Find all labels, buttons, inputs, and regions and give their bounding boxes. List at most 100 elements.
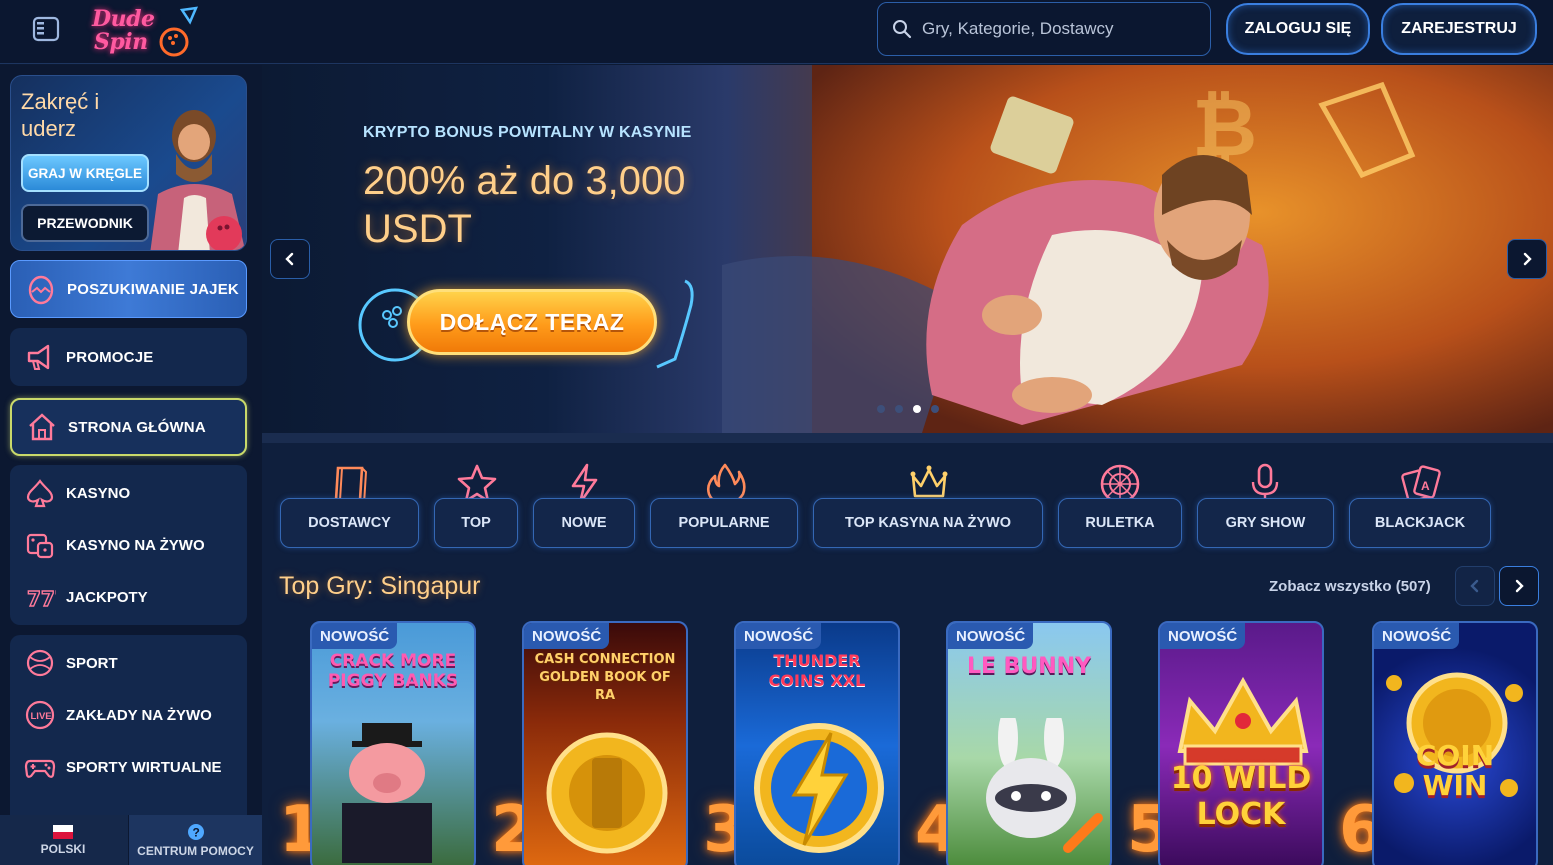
search-input[interactable] bbox=[922, 19, 1192, 39]
game-title: LE BUNNY bbox=[966, 654, 1092, 679]
game-card[interactable]: NOWOŚĆ THUNDER COINS XXL bbox=[734, 621, 900, 865]
language-selector[interactable]: POLSKI bbox=[0, 815, 126, 865]
sidebar-toggle-icon[interactable] bbox=[30, 14, 62, 44]
sidebar-item-label: STRONA GŁÓWNA bbox=[68, 418, 206, 436]
sidebar-item-label: PROMOCJE bbox=[66, 348, 154, 366]
live-dice-icon bbox=[26, 533, 54, 559]
sidebar-item-label: SPORT bbox=[66, 654, 118, 672]
sidebar: Zakręć i uderz GRAJ W KRĘGLE PRZEWODNIK … bbox=[0, 65, 262, 865]
game-card[interactable]: NOWOŚĆ 10 WILD LOCK bbox=[1158, 621, 1324, 865]
game-title: CASH CONNECTION GOLDEN BOOK OF RA bbox=[534, 652, 676, 703]
question-icon: ? bbox=[187, 823, 204, 840]
hero-title: 200% aż do 3,000 USDT bbox=[363, 159, 686, 251]
new-badge: NOWOŚĆ bbox=[1374, 623, 1460, 649]
chevron-right-icon bbox=[1523, 252, 1532, 266]
egg-icon bbox=[28, 275, 54, 305]
new-badge: NOWOŚĆ bbox=[312, 623, 398, 649]
spade-icon bbox=[26, 479, 54, 508]
play-bowling-button[interactable]: GRAJ W KRĘGLE bbox=[21, 154, 149, 192]
logo-word-2: Spin bbox=[94, 29, 148, 55]
live-icon: LIVE bbox=[25, 700, 55, 730]
sidebar-item-casino[interactable]: KASYNO bbox=[24, 473, 130, 513]
hero-prev-button[interactable] bbox=[270, 239, 310, 279]
see-all-link[interactable]: Zobacz wszystko (507) bbox=[1269, 578, 1431, 595]
promo-title: Zakręć i uderz bbox=[21, 89, 100, 141]
new-badge: NOWOŚĆ bbox=[524, 623, 610, 649]
sidebar-item-label: KASYNO NA ŻYWO bbox=[66, 536, 205, 554]
guide-button[interactable]: PRZEWODNIK bbox=[21, 204, 149, 242]
category-providers[interactable]: DOSTAWCY bbox=[280, 498, 419, 548]
hero-dude-artwork: ₿ bbox=[722, 65, 1553, 433]
new-badge: NOWOŚĆ bbox=[1160, 623, 1246, 649]
games-prev-button[interactable] bbox=[1455, 566, 1495, 606]
sidebar-item-home[interactable]: STRONA GŁÓWNA bbox=[10, 398, 247, 456]
site-logo[interactable]: Dude Spin bbox=[90, 4, 202, 58]
sidebar-item-jackpots[interactable]: 777 JACKPOTY bbox=[24, 577, 148, 617]
bowling-ball-icon bbox=[159, 6, 199, 57]
category-new[interactable]: NOWE bbox=[533, 498, 635, 548]
section-title: Top Gry: Singapur bbox=[279, 572, 481, 600]
help-center-label: CENTRUM POMOCY bbox=[137, 843, 254, 858]
svg-text:LIVE: LIVE bbox=[31, 711, 52, 722]
home-icon bbox=[29, 413, 55, 441]
hero-dot-active[interactable] bbox=[913, 405, 921, 413]
triple-seven-icon: 777 bbox=[26, 586, 56, 611]
hero-dot[interactable] bbox=[895, 405, 903, 413]
search-field[interactable] bbox=[877, 2, 1211, 56]
hero-next-button[interactable] bbox=[1507, 239, 1547, 279]
hero-kicker: KRYPTO BONUS POWITALNY W KASYNIE bbox=[363, 124, 692, 141]
svg-text:?: ? bbox=[192, 825, 199, 839]
sidebar-item-label: SPORTY WIRTUALNE bbox=[66, 758, 222, 776]
sidebar-item-virtual-sports[interactable]: SPORTY WIRTUALNE bbox=[24, 747, 222, 787]
game-title: COIN WIN bbox=[1415, 739, 1495, 802]
crown-image bbox=[1177, 676, 1309, 766]
bowling-promo-card[interactable]: Zakręć i uderz GRAJ W KRĘGLE PRZEWODNIK bbox=[10, 75, 247, 251]
chevron-left-icon bbox=[285, 252, 294, 266]
game-card[interactable]: NOWOŚĆ CRACK MORE PIGGY BANKS bbox=[310, 621, 476, 865]
sidebar-item-live-betting[interactable]: LIVE ZAKŁADY NA ŻYWO bbox=[24, 695, 212, 735]
sidebar-item-label: KASYNO bbox=[66, 484, 131, 502]
category-roulette[interactable]: RULETKA bbox=[1058, 498, 1182, 548]
sidebar-item-promotions[interactable]: PROMOCJE bbox=[10, 328, 247, 386]
game-title: 10 WILD LOCK bbox=[1170, 761, 1312, 832]
category-top[interactable]: TOP bbox=[434, 498, 518, 548]
language-label: POLSKI bbox=[40, 841, 86, 856]
chevron-right-icon bbox=[1515, 579, 1524, 593]
sidebar-sport-group: SPORT LIVE ZAKŁADY NA ŻYWO SPORTY WIRTUA… bbox=[10, 635, 247, 825]
category-popular[interactable]: POPULARNE bbox=[650, 498, 798, 548]
new-badge: NOWOŚĆ bbox=[736, 623, 822, 649]
game-card[interactable]: NOWOŚĆ LE BUNNY bbox=[946, 621, 1112, 865]
category-game-shows[interactable]: GRY SHOW bbox=[1197, 498, 1334, 548]
sidebar-item-label: POSZUKIWANIE JAJEK bbox=[67, 280, 239, 298]
divider bbox=[262, 433, 1553, 443]
svg-text:A: A bbox=[1421, 479, 1430, 493]
search-icon bbox=[893, 20, 912, 39]
hero-banner[interactable]: ₿ KRYPTO BONUS POWITALNY W KASYNIE 200% … bbox=[262, 65, 1553, 433]
sidebar-casino-group: KASYNO KASYNO NA ŻYWO 777 JACKPOTY bbox=[10, 465, 247, 625]
register-button[interactable]: ZAREJESTRUJ bbox=[1381, 3, 1537, 55]
login-button[interactable]: ZALOGUJ SIĘ bbox=[1226, 3, 1370, 55]
sidebar-item-egg-hunt[interactable]: POSZUKIWANIE JAJEK bbox=[10, 260, 247, 318]
sidebar-item-sport[interactable]: SPORT bbox=[24, 643, 118, 683]
category-blackjack[interactable]: BLACKJACK bbox=[1349, 498, 1491, 548]
gamepad-icon bbox=[24, 759, 56, 778]
game-card[interactable]: NOWOŚĆ COIN WIN bbox=[1372, 621, 1538, 865]
sidebar-item-label: JACKPOTY bbox=[66, 588, 148, 606]
sidebar-item-live-casino[interactable]: KASYNO NA ŻYWO bbox=[24, 525, 205, 565]
game-card[interactable]: NOWOŚĆ CASH CONNECTION GOLDEN BOOK OF RA bbox=[522, 621, 688, 865]
hero-pagination bbox=[877, 405, 939, 413]
piggy-character-image bbox=[342, 723, 432, 863]
join-now-button[interactable]: DOŁĄCZ TERAZ bbox=[407, 289, 657, 355]
game-title: CRACK MORE PIGGY BANKS bbox=[327, 651, 459, 691]
sidebar-footer: POLSKI ? CENTRUM POMOCY bbox=[0, 815, 262, 865]
games-next-button[interactable] bbox=[1499, 566, 1539, 606]
help-center-button[interactable]: ? CENTRUM POMOCY bbox=[128, 815, 262, 865]
hero-dot[interactable] bbox=[877, 405, 885, 413]
dude-character-image bbox=[150, 110, 246, 250]
game-title: THUNDER COINS XXL bbox=[768, 651, 866, 690]
hero-dot[interactable] bbox=[931, 405, 939, 413]
top-header: Dude Spin ZALOGUJ SIĘ ZAREJESTRUJ bbox=[0, 0, 1553, 64]
category-top-live-casino[interactable]: TOP KASYNA NA ŻYWO bbox=[813, 498, 1043, 548]
hero-cta-area: DOŁĄCZ TERAZ bbox=[357, 275, 707, 375]
sidebar-item-label: ZAKŁADY NA ŻYWO bbox=[66, 706, 212, 724]
